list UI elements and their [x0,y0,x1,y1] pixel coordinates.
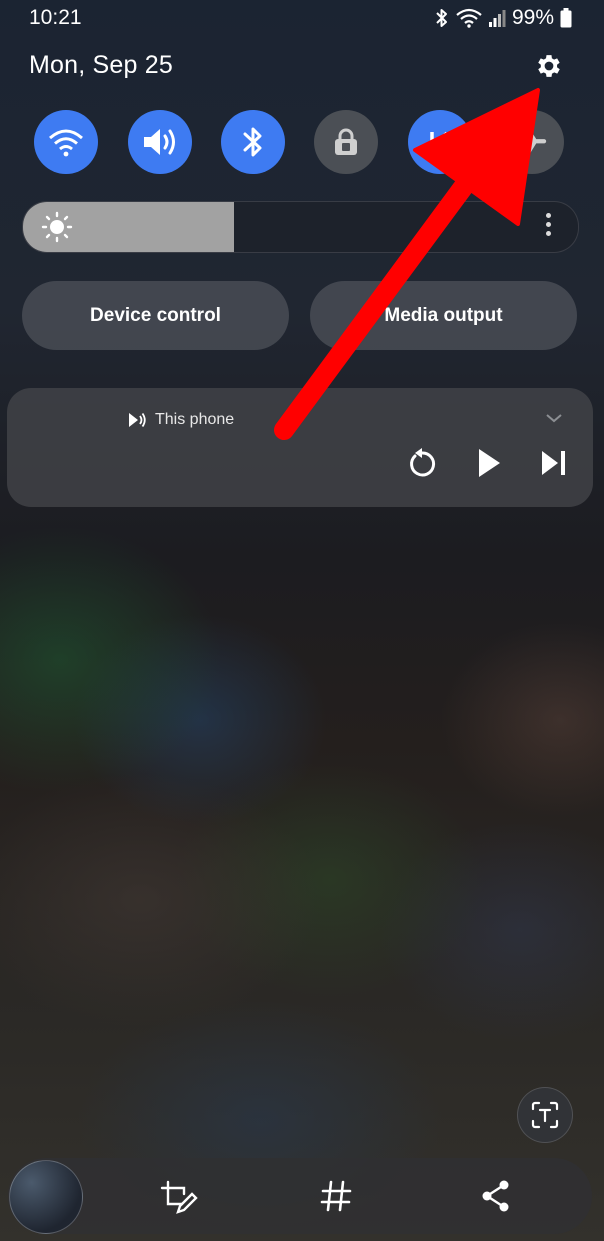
bluetooth-icon [243,127,262,157]
device-control-button[interactable]: Device control [22,281,289,350]
bluetooth-toggle[interactable] [221,110,285,174]
date-label: Mon, Sep 25 [29,51,173,79]
airplane-icon [517,127,547,155]
signal-icon [488,10,506,27]
brightness-slider[interactable] [22,201,579,253]
play-icon[interactable] [475,446,503,480]
hashtag-icon[interactable] [318,1178,354,1214]
extract-text-icon [531,1101,559,1129]
chevron-down-icon[interactable] [545,412,563,424]
crop-edit-icon[interactable] [158,1178,198,1216]
share-icon[interactable] [480,1178,512,1214]
battery-icon [560,8,572,28]
sync-icon [430,131,449,153]
airplane-toggle[interactable] [500,110,564,174]
screenshot-toolbar [8,1158,592,1234]
media-output-button[interactable]: Media output [310,281,577,350]
media-player: This phone [7,388,593,507]
status-icons: 99% [434,6,572,30]
extract-text-button[interactable] [517,1087,573,1143]
wifi-toggle[interactable] [34,110,98,174]
skip-next-icon[interactable] [539,446,569,480]
wifi-icon [456,8,482,28]
sound-toggle[interactable] [128,110,192,174]
bluetooth-icon [436,9,447,27]
lock-icon [335,128,357,155]
media-source-label: This phone [155,411,235,428]
sound-icon [144,129,175,155]
media-source[interactable]: This phone [127,410,234,430]
status-time: 10:21 [29,6,82,29]
lock-toggle[interactable] [314,110,378,174]
screenshot-thumbnail[interactable] [9,1160,83,1234]
replay-icon[interactable] [407,446,437,480]
cast-icon [129,412,146,428]
battery-percent: 99% [511,6,554,29]
sync-toggle[interactable] [408,110,472,174]
gear-icon[interactable] [534,51,564,81]
sun-icon [41,211,73,243]
annotation-arrow [274,88,540,440]
wifi-icon [49,129,83,157]
more-vertical-icon[interactable] [546,213,552,240]
